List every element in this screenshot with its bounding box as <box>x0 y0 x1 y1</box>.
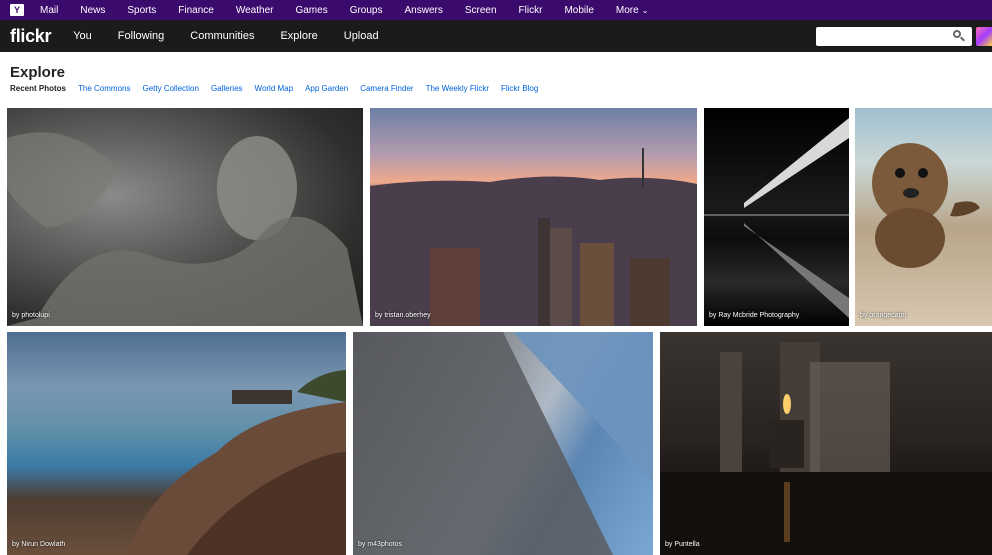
photo-caption[interactable]: by m43photos <box>358 541 402 548</box>
search-icon[interactable] <box>953 30 965 42</box>
candle-photo-image <box>660 342 992 555</box>
tab-getty-collection[interactable]: Getty Collection <box>142 84 198 93</box>
pier-photo-image <box>704 118 849 318</box>
tab-camera-finder[interactable]: Camera Finder <box>360 84 413 93</box>
photo-tile[interactable]: by tristan.oberhey <box>370 108 697 326</box>
photo-caption[interactable]: by tristan.oberhey <box>375 312 431 319</box>
flickr-nav-bar: flickr You Following Communities Explore… <box>0 20 992 52</box>
photo-caption[interactable]: by Puntella <box>665 541 700 548</box>
photo-tile[interactable]: by Puntella <box>660 332 992 555</box>
yahoo-link-news[interactable]: News <box>80 5 105 16</box>
yahoo-link-more[interactable]: More ⌄ <box>616 5 649 16</box>
nav-following[interactable]: Following <box>118 30 164 42</box>
yahoo-link-screen[interactable]: Screen <box>465 5 497 16</box>
yahoo-link-flickr[interactable]: Flickr <box>519 5 543 16</box>
yahoo-link-games[interactable]: Games <box>295 5 327 16</box>
tab-galleries[interactable]: Galleries <box>211 84 243 93</box>
tab-flickr-blog[interactable]: Flickr Blog <box>501 84 538 93</box>
tab-world-map[interactable]: World Map <box>255 84 294 93</box>
search-input[interactable] <box>816 27 972 46</box>
yahoo-link-mobile[interactable]: Mobile <box>564 5 593 16</box>
account-avatar-icon[interactable] <box>976 27 992 46</box>
photo-caption[interactable]: by Nirun Dowlath <box>12 541 65 548</box>
yahoo-link-finance[interactable]: Finance <box>178 5 214 16</box>
yahoo-link-mail[interactable]: Mail <box>40 5 58 16</box>
city-skyline-photo-image <box>370 148 697 326</box>
tab-the-commons[interactable]: The Commons <box>78 84 130 93</box>
flickr-logo[interactable]: flickr <box>10 26 52 47</box>
yahoo-logo[interactable]: Y <box>10 4 24 16</box>
yahoo-link-weather[interactable]: Weather <box>236 5 274 16</box>
yahoo-link-groups[interactable]: Groups <box>350 5 383 16</box>
yahoo-link-answers[interactable]: Answers <box>405 5 443 16</box>
tab-recent-photos[interactable]: Recent Photos <box>10 84 66 93</box>
page-title: Explore <box>10 64 66 81</box>
tab-app-garden[interactable]: App Garden <box>305 84 348 93</box>
nav-communities[interactable]: Communities <box>190 30 254 42</box>
photo-caption[interactable]: by Ray Mcbride Photography <box>709 312 799 319</box>
nav-you[interactable]: You <box>73 30 92 42</box>
nav-explore[interactable]: Explore <box>280 30 317 42</box>
more-label: More <box>615 4 639 16</box>
skyscraper-photo-image <box>353 332 653 555</box>
chevron-down-icon: ⌄ <box>641 5 649 15</box>
photo-tile[interactable]: by m43photos <box>353 332 653 555</box>
photo-tile[interactable]: by photolupi <box>7 108 363 326</box>
dog-photo-image <box>872 143 980 268</box>
yahoo-top-bar: Y Mail News Sports Finance Weather Games… <box>0 0 992 20</box>
explore-subnav: Recent Photos The Commons Getty Collecti… <box>10 84 550 93</box>
photo-tile[interactable]: by Ray Mcbride Photography <box>704 108 849 326</box>
photo-caption[interactable]: by photolupi <box>12 312 50 319</box>
coast-photo-image <box>127 370 346 555</box>
photo-tile[interactable]: by Nirun Dowlath <box>7 332 346 555</box>
statue-photo-image <box>7 132 363 326</box>
nav-upload[interactable]: Upload <box>344 30 379 42</box>
yahoo-link-sports[interactable]: Sports <box>127 5 156 16</box>
explore-header: Explore Recent Photos The Commons Getty … <box>0 52 992 106</box>
photo-tile[interactable]: by orangecapri <box>855 108 992 326</box>
photo-caption[interactable]: by orangecapri <box>860 312 906 319</box>
tab-weekly-flickr[interactable]: The Weekly Flickr <box>426 84 489 93</box>
